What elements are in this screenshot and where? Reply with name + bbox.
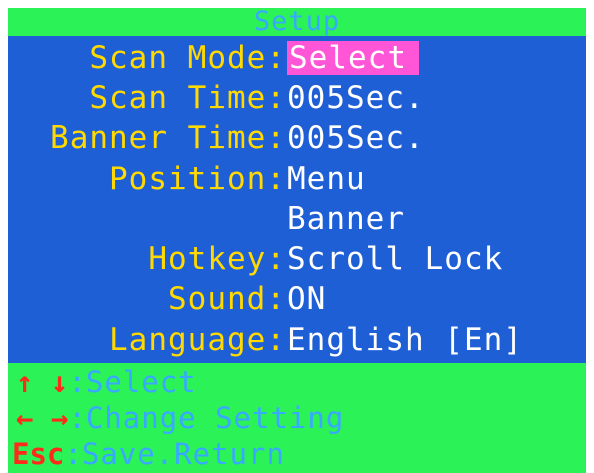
hint-select-label: Select [85, 365, 197, 399]
osd-setup-screen: Setup Scan Mode: Select Scan Time: 005Se… [8, 8, 586, 473]
setting-value-sound[interactable]: ON [287, 282, 326, 316]
setting-value-language[interactable]: English [En] [287, 323, 523, 357]
setting-row-hotkey[interactable]: Hotkey: Scroll Lock [8, 242, 586, 276]
setting-row-position-banner[interactable]: Banner [8, 202, 586, 236]
setting-value-banner-time[interactable]: 005Sec. [287, 121, 425, 155]
setting-row-position[interactable]: Position: Menu [8, 162, 586, 196]
setup-title: Setup [8, 8, 586, 36]
setting-value-scan-time[interactable]: 005Sec. [287, 81, 425, 115]
left-right-arrow-icon: ← → [16, 401, 69, 435]
up-down-arrow-icon: ↑ ↓ [16, 365, 69, 399]
setting-row-sound[interactable]: Sound: ON [8, 282, 586, 316]
setting-value-position-menu[interactable]: Menu [287, 162, 366, 196]
hint-change-setting-label: Change Setting [85, 401, 345, 435]
hint-select: ↑ ↓:Select [8, 365, 586, 399]
hint-separator: : [64, 437, 82, 471]
setting-label-scan-time: Scan Time: [89, 80, 286, 116]
setting-label-position: Position: [109, 161, 286, 197]
setting-label-banner-time: Banner Time: [50, 120, 286, 156]
setting-row-scan-time[interactable]: Scan Time: 005Sec. [8, 81, 586, 115]
key-hint-bar: ↑ ↓:Select ← →:Change Setting Esc:Save.R… [8, 363, 586, 473]
setting-label-scan-mode: Scan Mode: [89, 40, 286, 76]
hint-save-return-label: Save.Return [81, 437, 285, 471]
hint-save-return: Esc:Save.Return [8, 437, 586, 471]
setting-value-scan-mode[interactable]: Select [287, 41, 419, 75]
hint-separator: : [68, 365, 86, 399]
setting-row-language[interactable]: Language: English [En] [8, 323, 586, 357]
setting-label-language: Language: [109, 322, 286, 358]
setting-label-hotkey: Hotkey: [148, 241, 286, 277]
setting-value-hotkey[interactable]: Scroll Lock [287, 242, 503, 276]
esc-key-label: Esc [12, 437, 65, 471]
hint-change-setting: ← →:Change Setting [8, 401, 586, 435]
setting-value-position-banner[interactable]: Banner [287, 202, 405, 236]
setting-label-sound: Sound: [168, 281, 286, 317]
setting-row-scan-mode[interactable]: Scan Mode: Select [8, 41, 586, 75]
hint-separator: : [68, 401, 86, 435]
setting-row-banner-time[interactable]: Banner Time: 005Sec. [8, 121, 586, 155]
